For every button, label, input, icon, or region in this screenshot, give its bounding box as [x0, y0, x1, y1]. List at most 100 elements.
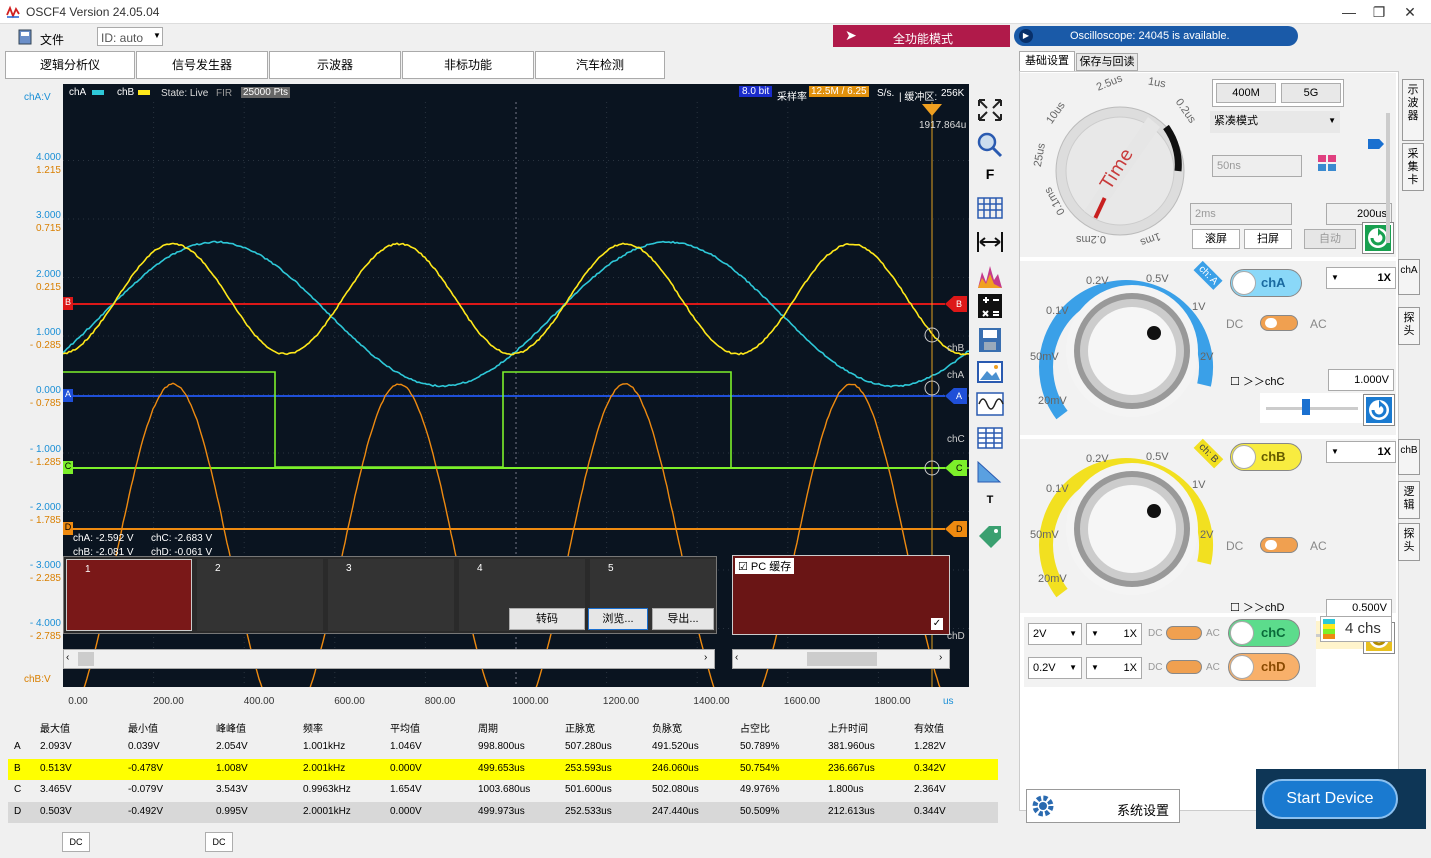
mode-select[interactable]: 紧凑模式 ▼	[1210, 111, 1340, 133]
tab-basic-settings[interactable]: 基础设置	[1019, 51, 1075, 71]
f-button[interactable]: F	[974, 166, 1006, 194]
browse-button[interactable]: 浏览...	[588, 608, 648, 630]
sidetab-cha-probe[interactable]: 探头	[1398, 307, 1420, 345]
rate-400m-button[interactable]: 400M	[1216, 83, 1276, 103]
color-grid-icon[interactable]	[1316, 151, 1340, 175]
cha-enable-toggle[interactable]: chA	[1230, 269, 1302, 297]
chc-coupling-toggle[interactable]	[1166, 626, 1202, 640]
chc-enable-toggle[interactable]: chC	[1228, 619, 1300, 647]
cache-scroll-right-icon[interactable]: ›	[939, 652, 942, 663]
chb-enable-toggle[interactable]: chB	[1230, 443, 1302, 471]
waveform-icon[interactable]	[974, 390, 1006, 418]
rate-5g-button[interactable]: 5G	[1281, 83, 1341, 103]
scroll-right-icon[interactable]: ›	[704, 652, 707, 663]
measure-width-icon[interactable]	[974, 228, 1006, 256]
sidetab-chb[interactable]: chB	[1398, 439, 1420, 475]
chc-probe-select[interactable]: ▼ 1X	[1086, 623, 1142, 645]
cha-probe-select[interactable]: ▼ 1X	[1326, 267, 1396, 289]
chd-range-select[interactable]: 0.2V ▼	[1028, 657, 1082, 679]
file-menu[interactable]: 文件	[18, 28, 66, 46]
tab-signal-generator[interactable]: 信号发生器	[136, 51, 268, 79]
cache-scrollbar[interactable]: ‹ ›	[732, 649, 950, 669]
tab-save-load[interactable]: 保存与回读	[1076, 53, 1138, 71]
cache-scroll-thumb[interactable]	[807, 652, 877, 666]
sidetab-card[interactable]: 采集卡	[1402, 143, 1424, 191]
table-icon[interactable]	[974, 424, 1006, 452]
scope-plot[interactable]: chA chB State: Live FIR 25000 Pts 8.0 bi…	[63, 84, 969, 687]
spectrum-icon[interactable]	[974, 262, 1006, 290]
marker-a-left[interactable]: A	[63, 389, 73, 402]
auto-button[interactable]: 自动	[1304, 229, 1356, 249]
slider-track[interactable]	[1386, 113, 1390, 243]
start-device-button[interactable]: Start Device	[1262, 779, 1398, 819]
grid-icon[interactable]	[974, 194, 1006, 222]
chb-probe-select[interactable]: ▼ 1X	[1326, 441, 1396, 463]
sidetab-scope[interactable]: 示波器	[1402, 79, 1424, 141]
cache-scroll-left-icon[interactable]: ‹	[735, 652, 738, 663]
cha-coupling-toggle[interactable]	[1260, 315, 1298, 331]
tab-nonstandard[interactable]: 非标功能	[402, 51, 534, 79]
close-button[interactable]: ✕	[1395, 3, 1425, 21]
thumbnail-2[interactable]: 2	[197, 559, 323, 631]
pc-cache-checkbox[interactable]: ☑ PC 缓存	[735, 558, 794, 574]
minimize-button[interactable]: —	[1334, 3, 1364, 21]
thumbnail-1[interactable]: 1	[66, 559, 192, 631]
roll-button[interactable]: 滚屏	[1192, 229, 1240, 249]
t-button[interactable]: T	[974, 494, 1006, 522]
tab-logic-analyzer[interactable]: 逻辑分析仪	[5, 51, 135, 79]
update-notice[interactable]: ▶ Oscilloscope: 24045 is available.	[1014, 26, 1298, 46]
cha-vdiv[interactable]: 1.000V	[1328, 369, 1394, 391]
measurement-row-d[interactable]: D 0.503V -0.492V 0.995V 2.0001kHz 0.000V 499.9…	[8, 802, 998, 823]
marker-c-left[interactable]: C	[63, 461, 73, 474]
chd-enable-toggle[interactable]: chD	[1228, 653, 1300, 681]
chb-coupling-toggle[interactable]	[1260, 537, 1298, 553]
measurement-row-c[interactable]: C 3.465V -0.079V 3.543V 0.9963kHz 1.654V 1003.…	[8, 780, 998, 801]
sidetab-chb-probe[interactable]: 探头	[1398, 523, 1420, 561]
timebase-value[interactable]: 200us	[1326, 203, 1392, 225]
chd-coupling-toggle[interactable]	[1166, 660, 1202, 674]
marker-b-left[interactable]: B	[63, 297, 73, 310]
tdiv-select[interactable]: 50ns	[1212, 155, 1302, 177]
cha-offset-slider[interactable]	[1260, 393, 1364, 423]
scroll-thumb[interactable]	[78, 652, 94, 666]
tab-automotive[interactable]: 汽车检测	[535, 51, 665, 79]
calc-icon[interactable]	[974, 292, 1006, 320]
fit-screen-icon[interactable]	[974, 96, 1006, 124]
id-select[interactable]: ID: auto ▼	[97, 27, 163, 46]
sidetab-logic[interactable]: 逻辑	[1398, 481, 1420, 519]
scan-button[interactable]: 扫屏	[1244, 229, 1292, 249]
dc-button-2[interactable]: DC	[205, 832, 233, 852]
marker-d-left[interactable]: D	[63, 522, 73, 535]
chb-link-checkbox[interactable]: ☐ ＞＞chD	[1230, 599, 1284, 615]
dc-button-1[interactable]: DC	[62, 832, 90, 852]
system-settings-button[interactable]: 系统设置	[1026, 789, 1180, 823]
save-icon[interactable]	[974, 326, 1006, 354]
record-length-select[interactable]: 2ms	[1190, 203, 1292, 225]
chb-vdiv[interactable]: 0.500V	[1326, 599, 1392, 617]
cha-link-checkbox[interactable]: ☐ ＞＞chC	[1230, 373, 1284, 389]
thumbnail-3[interactable]: 3	[328, 559, 454, 631]
measurement-row-a[interactable]: A 2.093V 0.039V 2.054V 1.001kHz 1.046V 998.800…	[8, 737, 998, 758]
channel-count[interactable]: 4 chs	[1320, 616, 1392, 642]
export-button[interactable]: 导出...	[652, 608, 714, 630]
full-mode-button[interactable]: ➤ 全功能模式	[833, 25, 1010, 47]
convert-button[interactable]: 转码	[509, 608, 585, 630]
chd-probe-select[interactable]: ▼ 1X	[1086, 657, 1142, 679]
timebase-slider-thumb[interactable]	[1368, 139, 1384, 149]
tag-icon[interactable]	[974, 522, 1006, 550]
cha-volt-knob[interactable]	[1028, 265, 1220, 433]
zoom-icon[interactable]	[974, 130, 1006, 158]
scroll-left-icon[interactable]: ‹	[66, 652, 69, 663]
slider-thumb[interactable]	[1302, 399, 1310, 415]
chb-volt-knob[interactable]	[1028, 443, 1220, 611]
cha-auto-icon[interactable]	[1364, 395, 1394, 425]
history-scrollbar[interactable]: ‹ ›	[63, 649, 715, 669]
maximize-button[interactable]: ❐	[1364, 3, 1394, 21]
cache-checkbox-small[interactable]: ✓	[931, 618, 943, 630]
measurement-row-b[interactable]: B 0.513V -0.478V 1.008V 2.001kHz 0.000V 499.65…	[8, 759, 998, 780]
image-icon[interactable]	[974, 358, 1006, 386]
tab-oscilloscope[interactable]: 示波器	[269, 51, 401, 79]
ruler-icon[interactable]	[974, 458, 1006, 486]
chc-range-select[interactable]: 2V ▼	[1028, 623, 1082, 645]
sidetab-cha[interactable]: chA	[1398, 259, 1420, 295]
